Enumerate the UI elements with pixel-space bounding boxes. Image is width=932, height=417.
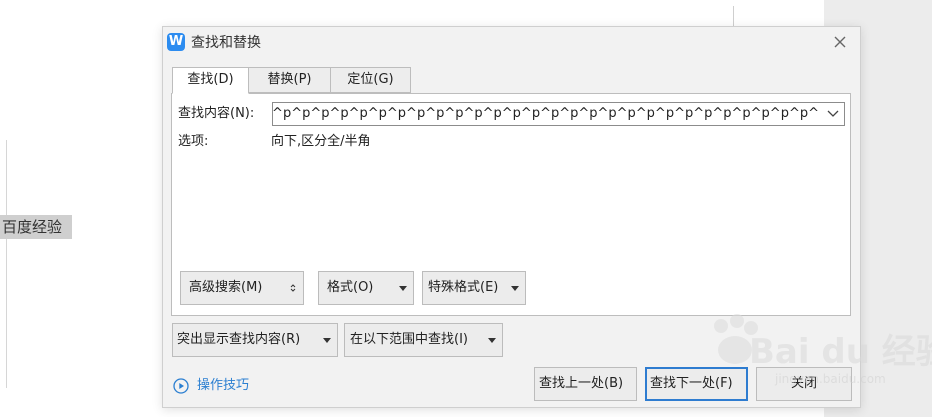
find-what-combobox[interactable]: ^p^p^p^p^p^p^p^p^p^p^p^p^p^p^p^p^p^p^p^p… (272, 102, 845, 126)
find-previous-button[interactable]: 查找上一处(B) (534, 367, 637, 401)
document-margin-line (6, 140, 7, 388)
close-icon[interactable] (832, 34, 848, 50)
caret-down-icon (323, 338, 331, 343)
find-in-button[interactable]: 在以下范围中查找(I) (344, 323, 503, 357)
highlight-found-label: 突出显示查找内容(R) (177, 332, 301, 347)
find-next-button[interactable]: 查找下一处(F) (645, 367, 748, 401)
options-label: 选项: (178, 134, 209, 149)
highlight-found-button[interactable]: 突出显示查找内容(R) (172, 323, 338, 357)
chevron-down-icon[interactable] (827, 109, 839, 119)
double-chevron-icon (290, 284, 296, 292)
caret-down-icon (399, 286, 407, 291)
special-format-button[interactable]: 特殊格式(E) (422, 271, 526, 305)
format-label: 格式(O) (327, 280, 374, 295)
find-tab-panel: 查找内容(N): ^p^p^p^p^p^p^p^p^p^p^p^p^p^p^p^… (171, 93, 851, 316)
dialog-titlebar[interactable]: W 查找和替换 (163, 27, 860, 59)
screen: 百度经验 W 查找和替换 查找(D) 替换(P) 定位(G) 查找内容(N): … (0, 0, 932, 417)
close-button[interactable]: 关闭 (756, 367, 852, 401)
caret-down-icon (488, 338, 496, 343)
advanced-search-button[interactable]: 高级搜索(M) (180, 271, 304, 305)
find-in-label: 在以下范围中查找(I) (350, 332, 468, 347)
find-replace-dialog: W 查找和替换 查找(D) 替换(P) 定位(G) 查找内容(N): ^p^p^… (162, 26, 861, 408)
tab-replace[interactable]: 替换(P) (248, 67, 331, 93)
operation-tips-label: 操作技巧 (197, 378, 250, 393)
caret-down-icon (511, 286, 519, 291)
find-what-input[interactable]: ^p^p^p^p^p^p^p^p^p^p^p^p^p^p^p^p^p^p^p^p… (273, 103, 819, 125)
options-value: 向下,区分全/半角 (271, 134, 371, 149)
find-what-label: 查找内容(N): (178, 106, 255, 121)
tab-find[interactable]: 查找(D) (172, 67, 249, 94)
tab-goto[interactable]: 定位(G) (330, 67, 411, 93)
document-highlighted-text[interactable]: 百度经验 (0, 215, 72, 239)
special-format-label: 特殊格式(E) (428, 280, 499, 295)
wps-writer-icon: W (167, 33, 185, 51)
dialog-title: 查找和替换 (191, 35, 261, 51)
advanced-search-label: 高级搜索(M) (189, 280, 263, 295)
play-circle-icon (173, 378, 189, 394)
format-button[interactable]: 格式(O) (318, 271, 414, 305)
